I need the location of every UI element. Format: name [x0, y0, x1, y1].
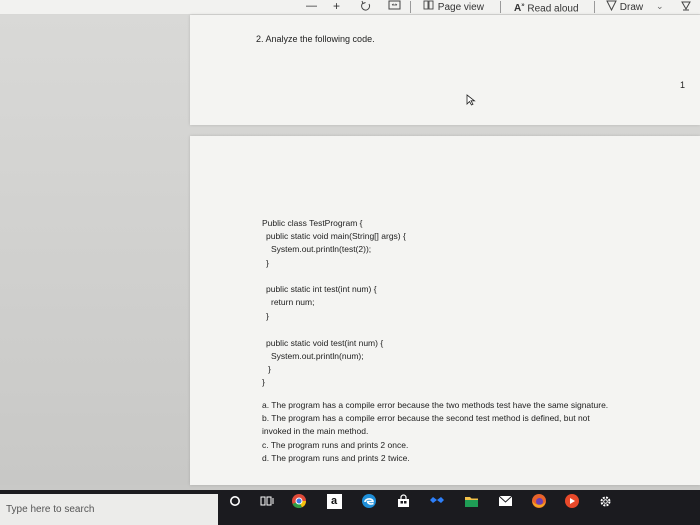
mouse-cursor-icon: [466, 94, 476, 106]
code-line: }: [266, 258, 269, 268]
code-line: public static void test(int num) {: [266, 338, 384, 348]
code-line: return num;: [271, 297, 315, 307]
code-line: }: [262, 377, 265, 387]
amazon-glyph: a: [326, 493, 342, 509]
settings-gear-icon[interactable]: [596, 492, 614, 510]
code-line: System.out.println(num);: [271, 351, 364, 361]
chrome-icon[interactable]: [290, 492, 308, 510]
code-line: }: [268, 364, 271, 374]
code-line: }: [266, 311, 269, 321]
question-title: 2. Analyze the following code.: [256, 34, 375, 44]
amazon-icon[interactable]: a: [325, 492, 343, 510]
zoom-in-button[interactable]: +: [333, 0, 340, 14]
read-aloud-icon: A»: [514, 3, 525, 15]
page-view-icon: [423, 0, 434, 10]
edge-icon[interactable]: [360, 492, 378, 510]
draw-label: Draw: [619, 2, 644, 13]
highlight-button[interactable]: [680, 0, 692, 14]
reader-toolbar: — + Page view A» Read aloud Draw ⌄: [0, 0, 700, 15]
file-explorer-icon[interactable]: [462, 492, 480, 510]
read-aloud-label: Read aloud: [527, 3, 579, 15]
page-view-label: Page view: [437, 2, 484, 13]
read-aloud-button[interactable]: A» Read aloud: [514, 0, 579, 14]
fit-page-button[interactable]: [388, 0, 401, 14]
store-icon[interactable]: [394, 492, 412, 510]
code-line: System.out.println(test(2));: [271, 244, 372, 254]
dropbox-icon[interactable]: [428, 492, 446, 510]
orange-app-icon[interactable]: [563, 492, 581, 510]
answer-option-b: b. The program has a compile error becau…: [262, 413, 590, 423]
toolbar-divider: [410, 1, 411, 13]
mail-icon[interactable]: [496, 492, 514, 510]
answer-option-d: d. The program runs and prints 2 twice.: [262, 453, 410, 463]
highlight-icon: [681, 1, 691, 11]
answer-option-a: a. The program has a compile error becau…: [262, 400, 609, 410]
code-line: Public class TestProgram {: [262, 218, 363, 228]
answer-option-b-continued: invoked in the main method.: [262, 426, 369, 436]
cortana-icon[interactable]: [226, 492, 244, 510]
fit-page-icon: [388, 0, 401, 10]
code-line: public static void main(String[] args) {: [266, 231, 406, 241]
page-number: 1: [680, 80, 686, 90]
firefox-icon[interactable]: [530, 492, 548, 510]
draw-icon: [606, 0, 617, 12]
pdf-page-1: [190, 15, 700, 125]
code-line: public static int test(int num) {: [266, 284, 377, 294]
zoom-out-button[interactable]: —: [306, 0, 317, 14]
task-view-icon[interactable]: [258, 492, 276, 510]
draw-options-chevron-icon[interactable]: ⌄: [656, 0, 664, 14]
rotate-button[interactable]: [360, 0, 372, 14]
taskbar-search-box[interactable]: Type here to search: [0, 494, 218, 525]
page-view-button[interactable]: Page view: [423, 0, 484, 14]
rotate-icon: [361, 0, 371, 11]
answer-option-c: c. The program runs and prints 2 once.: [262, 440, 409, 450]
toolbar-divider: [500, 1, 501, 13]
toolbar-divider: [594, 1, 595, 13]
search-placeholder: Type here to search: [6, 504, 95, 515]
draw-button[interactable]: Draw: [606, 0, 643, 14]
